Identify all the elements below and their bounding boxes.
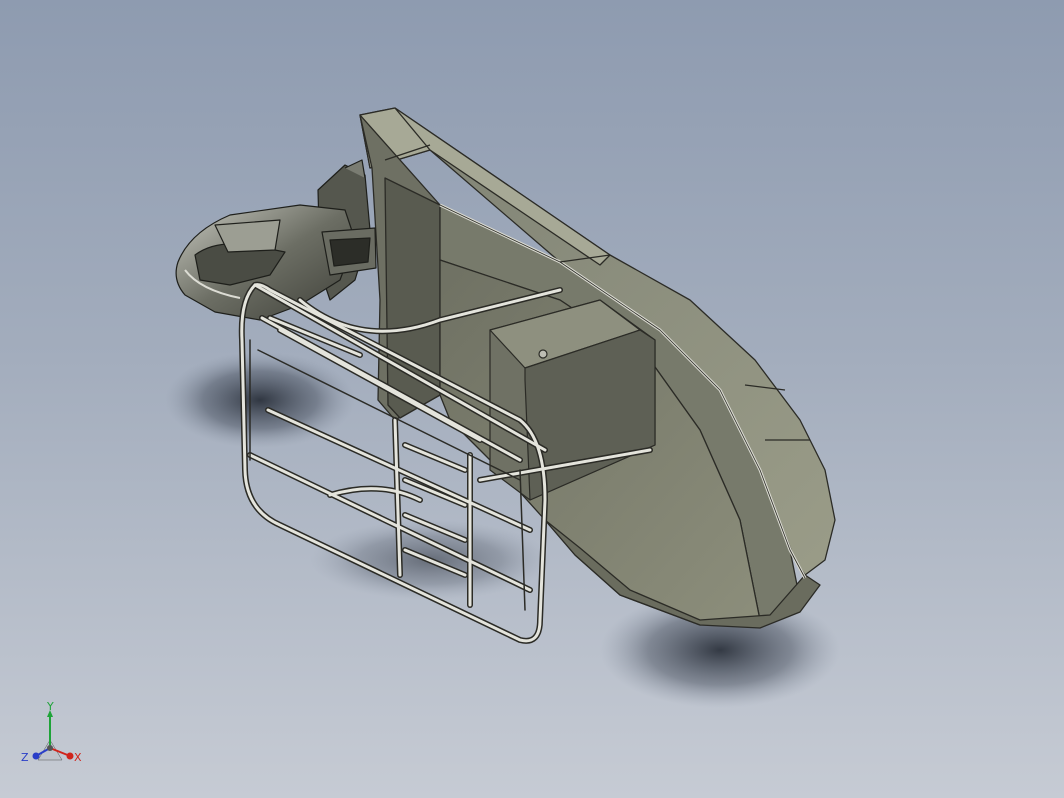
boat-model[interactable] [0, 0, 1064, 798]
x-axis-dot [66, 752, 74, 760]
3d-viewport[interactable]: Y X Z [0, 0, 1064, 798]
x-axis-label: X [74, 751, 82, 764]
z-axis-dot [32, 752, 40, 760]
triad-origin [47, 745, 53, 751]
axis-triad[interactable]: Y X Z [18, 700, 88, 770]
z-axis-label: Z [21, 751, 29, 764]
y-axis-label: Y [46, 700, 54, 713]
